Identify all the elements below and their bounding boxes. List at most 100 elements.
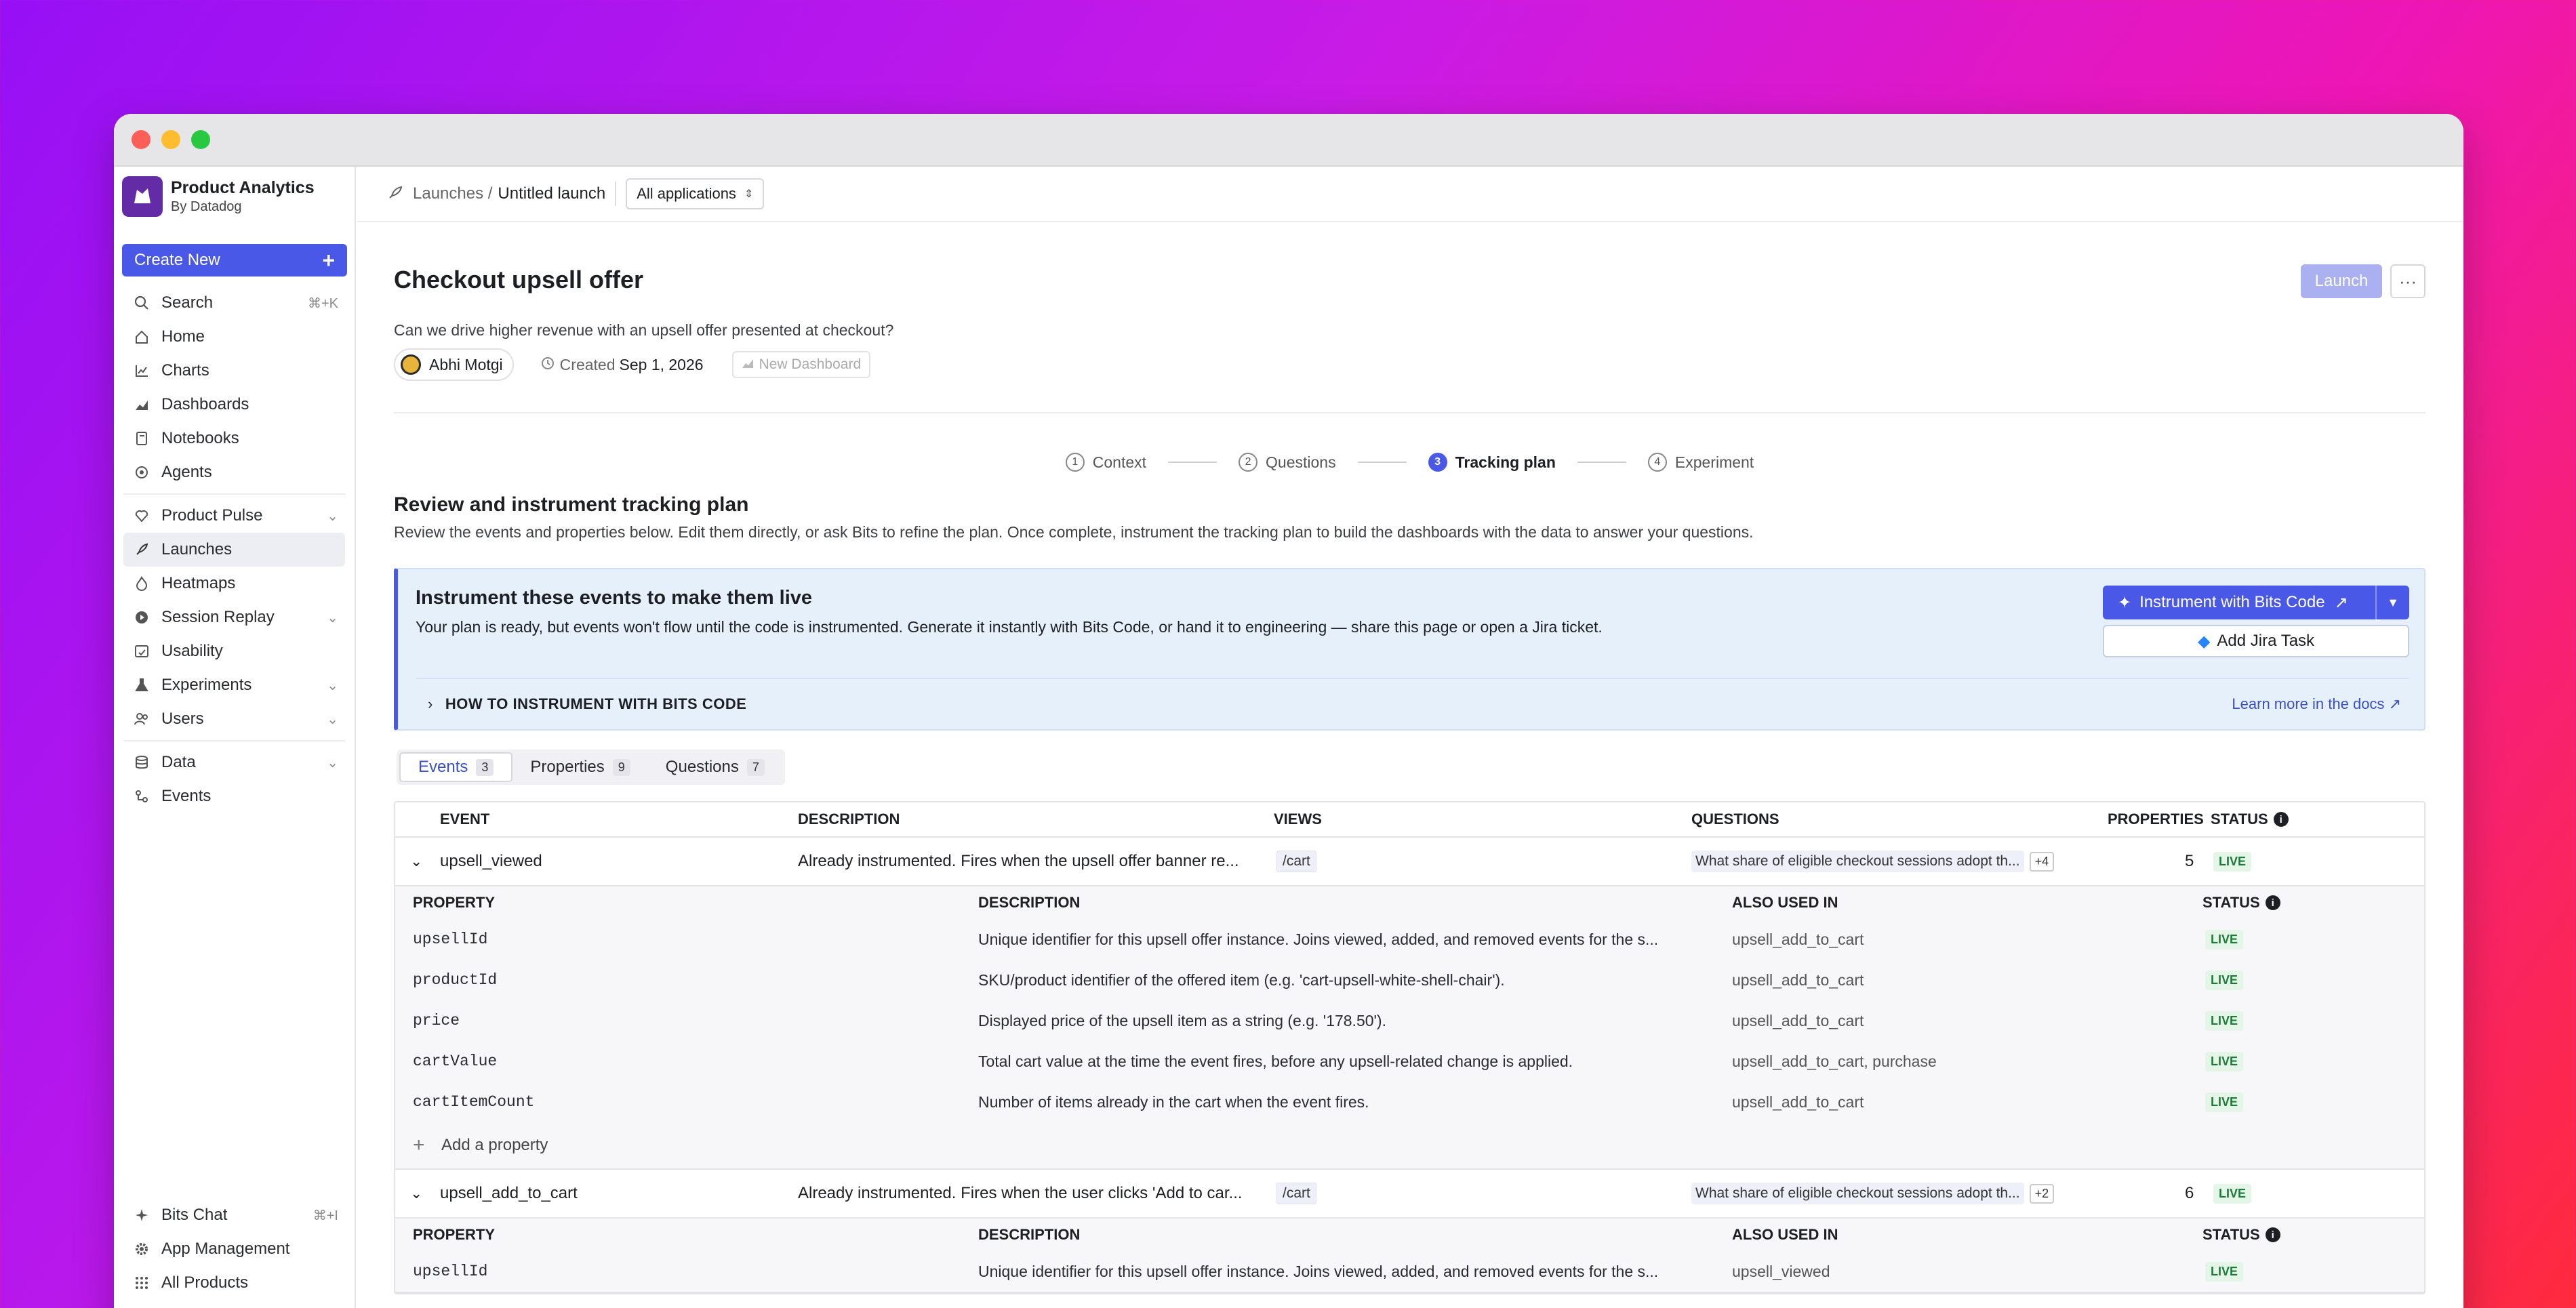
bits-button-label: Instrument with Bits Code: [2139, 593, 2325, 611]
column-header-questions[interactable]: QUESTIONS: [1691, 802, 1779, 836]
bits-chat-shortcut: ⌘+I: [313, 1208, 338, 1223]
sidebar-item-charts[interactable]: Charts: [114, 354, 355, 388]
view-tag[interactable]: /cart: [1276, 1183, 1316, 1204]
chevron-down-icon[interactable]: ⌄: [327, 711, 338, 728]
tab-count: 7: [746, 758, 765, 776]
chevron-down-icon[interactable]: ⌄: [327, 754, 338, 771]
step-connector: [1168, 462, 1217, 463]
how-to-instrument-toggle[interactable]: › HOW TO INSTRUMENT WITH BITS CODE: [428, 695, 746, 713]
learn-more-link[interactable]: Learn more in the docs ↗: [2232, 695, 2401, 713]
sidebar-item-events[interactable]: Events: [114, 779, 355, 813]
property-row[interactable]: price Displayed price of the upsell item…: [395, 1000, 2424, 1041]
breadcrumb-root[interactable]: Launches /: [413, 184, 492, 203]
chevron-down-icon[interactable]: ⌄: [327, 677, 338, 694]
step-connector: [1577, 462, 1626, 463]
table-row[interactable]: ⌄ upsell_add_to_cart Already instrumente…: [395, 1170, 2424, 1219]
created-label: Created: [559, 355, 616, 373]
sidebar-item-users[interactable]: Users ⌄: [114, 702, 355, 736]
close-window-button[interactable]: [132, 130, 150, 149]
sort-icon: ⇕: [744, 188, 754, 200]
info-icon[interactable]: i: [2273, 812, 2289, 827]
sidebar-item-bits-chat[interactable]: Bits Chat ⌘+I: [114, 1198, 355, 1232]
column-header-description[interactable]: DESCRIPTION: [798, 802, 900, 836]
column-header-event[interactable]: EVENT: [440, 802, 489, 836]
step-context[interactable]: 1 Context: [1065, 453, 1146, 472]
column-header-views[interactable]: VIEWS: [1274, 802, 1322, 836]
property-also-used-in: upsell_add_to_cart: [1732, 970, 1864, 989]
chevron-down-icon[interactable]: ▼: [2375, 586, 2409, 619]
divider: [394, 412, 2426, 413]
sidebar-item-search[interactable]: Search ⌘+K: [114, 286, 355, 320]
sidebar-item-dashboards[interactable]: Dashboards: [114, 388, 355, 422]
application-select[interactable]: All applications ⇕: [626, 178, 765, 209]
sidebar-item-label: Bits Chat: [161, 1206, 228, 1224]
minimize-window-button[interactable]: [161, 130, 180, 149]
more-questions-badge[interactable]: +4: [2029, 851, 2055, 872]
chevron-down-icon[interactable]: ⌄: [327, 508, 338, 525]
step-experiment[interactable]: 4 Experiment: [1647, 453, 1754, 472]
sidebar-item-heatmaps[interactable]: Heatmaps: [114, 567, 355, 600]
sidebar-item-product-pulse[interactable]: Product Pulse ⌄: [114, 499, 355, 533]
breadcrumb-current: Untitled launch: [498, 184, 606, 203]
chevron-down-icon[interactable]: ⌄: [410, 1170, 422, 1217]
sidebar-item-data[interactable]: Data ⌄: [114, 745, 355, 779]
question-tag[interactable]: What share of eligible checkout sessions…: [1691, 851, 2024, 872]
status-badge: LIVE: [2213, 851, 2252, 872]
sidebar-item-label: Agents: [161, 463, 212, 481]
property-also-used-in: upsell_add_to_cart: [1732, 1092, 1864, 1111]
more-questions-badge[interactable]: +2: [2029, 1183, 2055, 1204]
instrument-with-bits-code-button[interactable]: ✦ Instrument with Bits Code ↗ ▼: [2103, 586, 2409, 619]
add-jira-task-button[interactable]: ◆ Add Jira Task: [2103, 625, 2409, 657]
column-header-status: STATUS i: [2202, 886, 2280, 919]
new-dashboard-button[interactable]: New Dashboard: [731, 351, 871, 378]
sidebar-item-notebooks[interactable]: Notebooks: [114, 422, 355, 455]
owner-chip[interactable]: Abhi Motgi: [394, 348, 514, 381]
sidebar-item-session-replay[interactable]: Session Replay ⌄: [114, 600, 355, 634]
event-description: Already instrumented. Fires when the ups…: [798, 852, 1239, 870]
property-also-used-in: upsell_add_to_cart: [1732, 930, 1864, 948]
property-description: Number of items already in the cart when…: [978, 1092, 1369, 1111]
sidebar-item-home[interactable]: Home: [114, 320, 355, 354]
table-header: EVENT DESCRIPTION VIEWS QUESTIONS PROPER…: [395, 802, 2424, 838]
tab-count: 9: [612, 758, 630, 776]
chevron-down-icon[interactable]: ⌄: [327, 609, 338, 626]
launch-button[interactable]: Launch: [2301, 264, 2382, 298]
sidebar-item-label: Users: [161, 710, 204, 728]
step-questions[interactable]: 2 Questions: [1239, 453, 1336, 472]
question-tag[interactable]: What share of eligible checkout sessions…: [1691, 1183, 2024, 1204]
property-row[interactable]: cartItemCount Number of items already in…: [395, 1082, 2424, 1122]
view-tag[interactable]: /cart: [1276, 851, 1316, 872]
flame-icon: [133, 575, 150, 592]
sidebar-item-usability[interactable]: Usability: [114, 634, 355, 668]
tab-questions[interactable]: Questions 7: [648, 752, 782, 782]
chevron-down-icon[interactable]: ⌄: [410, 838, 422, 885]
sidebar-item-label: Heatmaps: [161, 574, 236, 592]
column-header-properties[interactable]: PROPERTIES: [2108, 802, 2204, 836]
step-tracking-plan[interactable]: 3 Tracking plan: [1428, 453, 1556, 472]
brand[interactable]: Product Analytics By Datadog: [122, 176, 315, 217]
external-link-icon: ↗: [2388, 695, 2401, 712]
more-options-button[interactable]: ···: [2390, 264, 2426, 298]
sidebar-item-all-products[interactable]: All Products: [114, 1266, 355, 1300]
info-icon[interactable]: i: [2265, 1227, 2280, 1242]
gear-icon: [133, 1240, 150, 1258]
property-row[interactable]: cartValue Total cart value at the time t…: [395, 1041, 2424, 1082]
info-icon[interactable]: i: [2265, 895, 2280, 910]
sidebar-item-experiments[interactable]: Experiments ⌄: [114, 668, 355, 702]
sidebar-item-app-management[interactable]: App Management: [114, 1232, 355, 1266]
sidebar-item-agents[interactable]: Agents: [114, 455, 355, 489]
property-row[interactable]: upsellId Unique identifier for this upse…: [395, 1251, 2424, 1292]
tab-events[interactable]: Events 3: [399, 752, 513, 782]
tab-properties[interactable]: Properties 9: [512, 752, 647, 782]
property-row[interactable]: upsellId Unique identifier for this upse…: [395, 919, 2424, 960]
column-header-status[interactable]: STATUS i: [2211, 802, 2289, 836]
plus-icon: +: [413, 1134, 425, 1156]
add-property-button[interactable]: + Add a property: [395, 1122, 2424, 1168]
create-new-button[interactable]: Create New +: [122, 244, 347, 277]
maximize-window-button[interactable]: [191, 130, 210, 149]
notebook-icon: [133, 430, 150, 447]
sidebar-item-launches[interactable]: Launches: [123, 533, 345, 567]
step-label: Tracking plan: [1455, 453, 1556, 471]
table-row[interactable]: ⌄ upsell_viewed Already instrumented. Fi…: [395, 838, 2424, 886]
property-row[interactable]: productId SKU/product identifier of the …: [395, 960, 2424, 1000]
